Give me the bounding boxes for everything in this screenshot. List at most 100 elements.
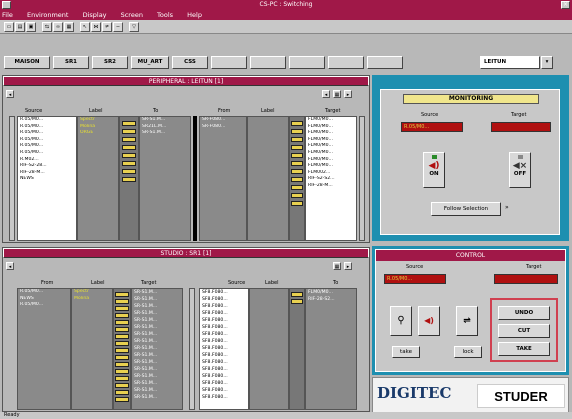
minus-icon[interactable]: − — [113, 22, 123, 32]
list-item[interactable]: FLM0/M0... — [306, 124, 356, 131]
studio-from-list[interactable]: R.05/M0... NEWS R.05/M0... — [17, 288, 71, 410]
list-item[interactable]: SR-S1.M... — [132, 289, 182, 296]
jack-icon[interactable] — [115, 376, 129, 381]
take-button[interactable]: TAKE — [498, 342, 550, 356]
group-button-empty-2[interactable] — [250, 56, 286, 69]
panel-layout-icon[interactable]: ▦ — [333, 262, 341, 270]
list-item[interactable]: FLM0/M0... — [306, 163, 356, 170]
peripheral-from-list[interactable]: SR-F080... SR-F080... — [199, 116, 247, 241]
close-icon[interactable]: × — [561, 1, 570, 9]
studio-to-list[interactable]: FLM0/M0... RIF-28-S2... — [305, 288, 357, 410]
jack-icon[interactable] — [122, 129, 136, 134]
list-item[interactable]: SR-S1.M... — [132, 345, 182, 352]
search-icon[interactable]: ⚲ — [390, 306, 412, 336]
jack-icon[interactable] — [115, 299, 129, 304]
follow-selection-button[interactable]: Follow Selection — [431, 202, 501, 216]
list-item[interactable]: SR-S1.M... — [132, 373, 182, 380]
jack-icon[interactable] — [291, 292, 303, 297]
list-item[interactable]: RIF-S2-S2... — [306, 176, 356, 183]
list-item[interactable]: SF8.F080... — [200, 324, 248, 331]
jack-icon[interactable] — [115, 306, 129, 311]
jack-icon[interactable] — [115, 320, 129, 325]
list-item[interactable]: R.M02... — [18, 157, 76, 164]
print-icon[interactable]: ▦ — [64, 22, 74, 32]
list-item[interactable]: FLM0/M0... — [306, 137, 356, 144]
control-source-field[interactable]: R.05/M0... — [384, 274, 446, 284]
disconnect-icon[interactable]: ≠ — [102, 22, 112, 32]
list-item[interactable]: RIF-28-M... — [18, 170, 76, 177]
list-item[interactable]: SF8.F080... — [200, 366, 248, 373]
speaker-icon[interactable]: ◀) — [418, 306, 440, 336]
list-item[interactable]: FLM0/M0... — [306, 289, 356, 296]
menu-display[interactable]: Display — [83, 11, 107, 19]
panel-scroll-left-icon[interactable]: ◂ — [322, 90, 330, 98]
list-item[interactable]: RIF-28-M... — [306, 183, 356, 190]
menu-file[interactable]: File — [2, 11, 13, 19]
list-item[interactable]: SR-S1.M... — [132, 296, 182, 303]
jack-icon[interactable] — [115, 369, 129, 374]
list-item[interactable]: SF8.F080... — [200, 310, 248, 317]
peripheral-to-list[interactable]: SR-S1.M... SR21L.M... SR-S1.M... — [139, 116, 191, 241]
jack-icon[interactable] — [291, 177, 303, 182]
list-item[interactable]: FLM0/M0... — [306, 143, 356, 150]
monitor-off-button[interactable]: ◀× OFF — [509, 152, 531, 188]
control-target-field[interactable] — [494, 274, 558, 284]
menu-screen[interactable]: Screen — [121, 11, 143, 19]
monitor-on-button[interactable]: ◀) ON — [423, 152, 445, 188]
monitoring-source-field[interactable]: R.05/M0... — [401, 122, 463, 132]
system-menu-icon[interactable] — [2, 1, 11, 9]
jack-icon[interactable] — [115, 292, 129, 297]
list-item[interactable]: SF8.F080... — [200, 338, 248, 345]
jack-icon[interactable] — [291, 161, 303, 166]
route-icon[interactable]: ⇆ — [42, 22, 52, 32]
jack-icon[interactable] — [291, 193, 303, 198]
list-item[interactable]: SR-S1.M... — [132, 394, 182, 401]
list-item[interactable]: SR-S1.M... — [140, 117, 190, 124]
jack-icon[interactable] — [115, 362, 129, 367]
open-icon[interactable]: ▤ — [15, 22, 25, 32]
list-item[interactable]: SF8.F080... — [200, 317, 248, 324]
list-item[interactable]: SF8.F080... — [200, 331, 248, 338]
panel-layout-icon[interactable]: ▦ — [333, 90, 341, 98]
jack-icon[interactable] — [291, 153, 303, 158]
list-item[interactable]: SR-S1.M... — [132, 317, 182, 324]
cut-button[interactable]: CUT — [498, 324, 550, 338]
list-item[interactable]: SF8.F080... — [200, 303, 248, 310]
take-small-button[interactable]: take — [392, 346, 420, 358]
peripheral-scrollbar-right[interactable] — [359, 116, 365, 241]
list-item[interactable]: SR-F080... — [200, 124, 246, 131]
list-item[interactable]: SF8.F080... — [200, 359, 248, 366]
menu-help[interactable]: Help — [187, 11, 202, 19]
scroll-left-icon[interactable]: ◂ — [6, 262, 14, 270]
list-item[interactable]: SF8.F080... — [200, 373, 248, 380]
panel-scroll-right-icon[interactable]: ▸ — [344, 90, 352, 98]
studio-scrollbar-middle[interactable] — [189, 288, 195, 410]
list-item[interactable]: FLM0/M0... — [306, 150, 356, 157]
jack-icon[interactable] — [115, 313, 129, 318]
menu-environment[interactable]: Environment — [27, 11, 69, 19]
peripheral-source-list[interactable]: R.05/M0... R.05/M0... R.05/M0... R.05/M0… — [17, 116, 77, 241]
list-item[interactable]: SF8.F080... — [200, 380, 248, 387]
studio-source-list[interactable]: SF8.F080... SF8.F080... SF8.F080... SF8.… — [199, 288, 249, 410]
list-item[interactable]: R.05/M0... — [18, 117, 76, 124]
link-icon[interactable]: ∞ — [53, 22, 63, 32]
list-item[interactable]: RIF-S2-28... — [18, 163, 76, 170]
group-button-css[interactable]: CSS — [172, 56, 208, 69]
list-item[interactable]: SR-S1.M... — [132, 366, 182, 373]
new-icon[interactable]: ▭ — [4, 22, 14, 32]
list-item[interactable]: SR-S1.M... — [132, 324, 182, 331]
jack-icon[interactable] — [115, 334, 129, 339]
list-item[interactable]: SR-S1.M... — [132, 359, 182, 366]
undo-button[interactable]: UNDO — [498, 306, 550, 320]
list-item[interactable]: FLM002... — [306, 170, 356, 177]
jack-icon[interactable] — [115, 390, 129, 395]
jack-icon[interactable] — [122, 169, 136, 174]
list-item[interactable]: SR-F080... — [200, 117, 246, 124]
list-item[interactable]: SF8.F080... — [200, 352, 248, 359]
patch-icon[interactable]: ⇌ — [456, 306, 478, 336]
connect-icon[interactable]: ⋈ — [91, 22, 101, 32]
list-item[interactable]: SR-S1.M... — [132, 331, 182, 338]
scroll-left-icon[interactable]: ◂ — [6, 90, 14, 98]
group-button-empty-4[interactable] — [328, 56, 364, 69]
jack-icon[interactable] — [115, 383, 129, 388]
